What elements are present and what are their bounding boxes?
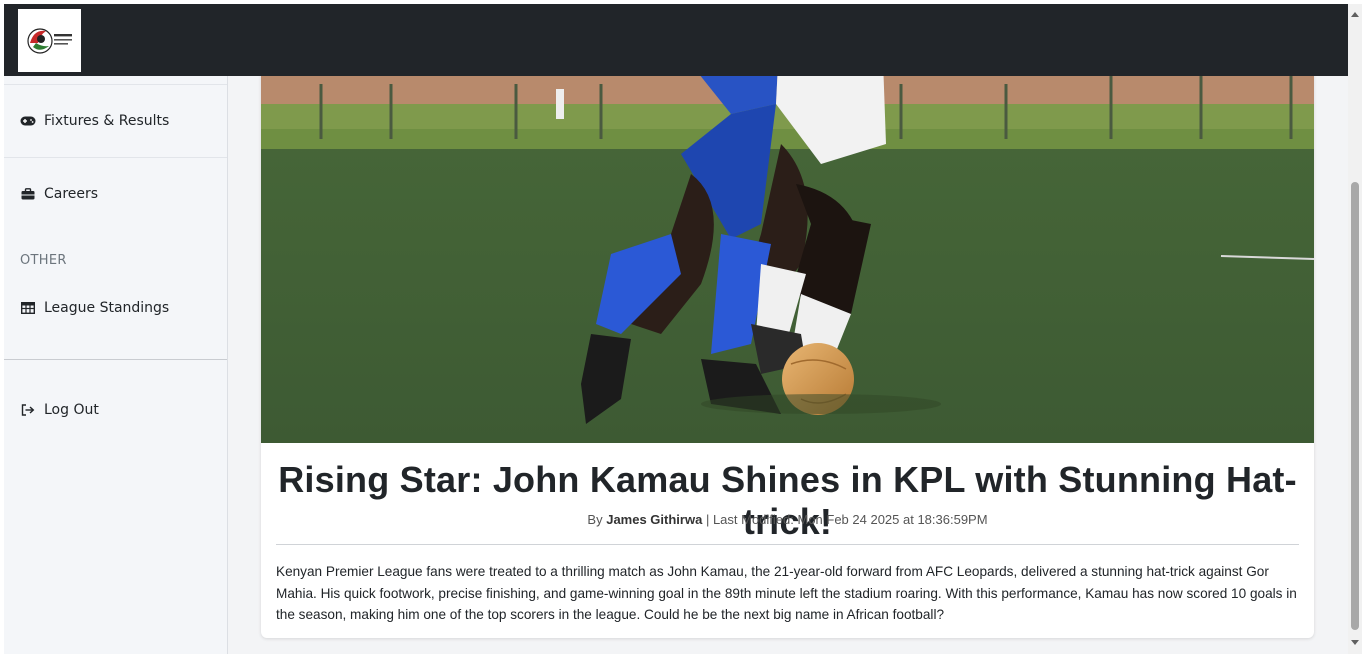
scrollbar-thumb[interactable] xyxy=(1351,182,1359,630)
app-frame: Fixtures & Results Careers OTHER League … xyxy=(4,4,1348,654)
sidebar-item-league-standings[interactable]: League Standings xyxy=(20,300,169,316)
sidebar-divider xyxy=(4,359,227,360)
article-byline: By James Githirwa | Last Modified: Mon F… xyxy=(261,512,1314,527)
page-scrollbar[interactable] xyxy=(1348,4,1362,654)
sidebar-item-label: Careers xyxy=(44,186,99,202)
scroll-up-arrow-icon[interactable] xyxy=(1351,12,1359,17)
byline-prefix: By xyxy=(587,512,603,527)
sidebar-section-heading: OTHER xyxy=(20,253,67,268)
article-card: Rising Star: John Kamau Shines in KPL wi… xyxy=(261,4,1314,638)
article-title: Rising Star: John Kamau Shines in KPL wi… xyxy=(278,459,1297,542)
gamepad-icon xyxy=(20,114,36,128)
scroll-down-arrow-icon[interactable] xyxy=(1351,640,1359,645)
sidebar-item-label: Log Out xyxy=(44,402,99,418)
article-body: Kenyan Premier League fans were treated … xyxy=(276,564,1297,622)
sidebar-item-fixtures-results[interactable]: Fixtures & Results xyxy=(20,113,169,129)
article-author: James Githirwa xyxy=(606,512,703,527)
briefcase-icon xyxy=(20,187,36,201)
sign-out-icon xyxy=(20,403,36,417)
top-navbar xyxy=(4,4,1348,76)
league-logo[interactable] xyxy=(18,9,81,72)
sidebar-item-careers[interactable]: Careers xyxy=(20,186,98,202)
sidebar-item-label: Fixtures & Results xyxy=(44,113,170,129)
sidebar: Fixtures & Results Careers OTHER League … xyxy=(4,76,228,654)
fkf-logo-icon xyxy=(26,27,72,54)
sidebar-divider xyxy=(4,157,227,158)
sidebar-item-log-out[interactable]: Log Out xyxy=(20,402,99,418)
table-icon xyxy=(20,301,36,315)
sidebar-divider xyxy=(4,84,227,85)
article-modified: | Last Modified: Mon Feb 24 2025 at 18:3… xyxy=(705,512,988,527)
sidebar-item-label: League Standings xyxy=(44,300,170,316)
article-divider xyxy=(276,544,1299,545)
